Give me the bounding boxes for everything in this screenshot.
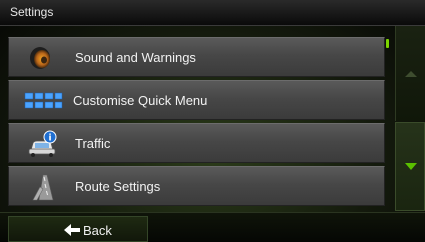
menu-item-label: Customise Quick Menu (73, 93, 208, 108)
grid-icon (23, 87, 63, 115)
page-title: Settings (10, 5, 54, 19)
title-bar: Settings (0, 0, 425, 26)
scroll-up-button[interactable] (395, 26, 425, 121)
menu-item-label: Route Settings (75, 179, 161, 194)
scroll-position-indicator (386, 39, 389, 48)
road-icon (23, 173, 63, 201)
settings-menu-list: Sound and Warnings Customise Quick Menu … (8, 37, 385, 209)
menu-item-sound-and-warnings[interactable]: Sound and Warnings (8, 37, 385, 77)
menu-item-label: Traffic (75, 136, 111, 151)
scroll-down-button[interactable] (395, 122, 425, 211)
back-button-label: Back (83, 223, 112, 238)
speaker-icon (23, 44, 63, 72)
settings-screen: Settings Sound and Warnings Customise Qu… (0, 0, 425, 242)
menu-item-customise-quick-menu[interactable]: Customise Quick Menu (8, 80, 385, 120)
bottom-bar: Back (0, 212, 425, 242)
chevron-up-icon (405, 71, 417, 77)
menu-item-route-settings[interactable]: Route Settings (8, 166, 385, 206)
menu-item-traffic[interactable]: i Traffic (8, 123, 385, 163)
traffic-car-icon: i (23, 130, 63, 158)
chevron-down-icon (405, 163, 417, 170)
menu-item-label: Sound and Warnings (75, 50, 196, 65)
svg-text:i: i (48, 134, 51, 144)
back-arrow-icon (63, 223, 81, 237)
back-button[interactable]: Back (8, 216, 148, 242)
